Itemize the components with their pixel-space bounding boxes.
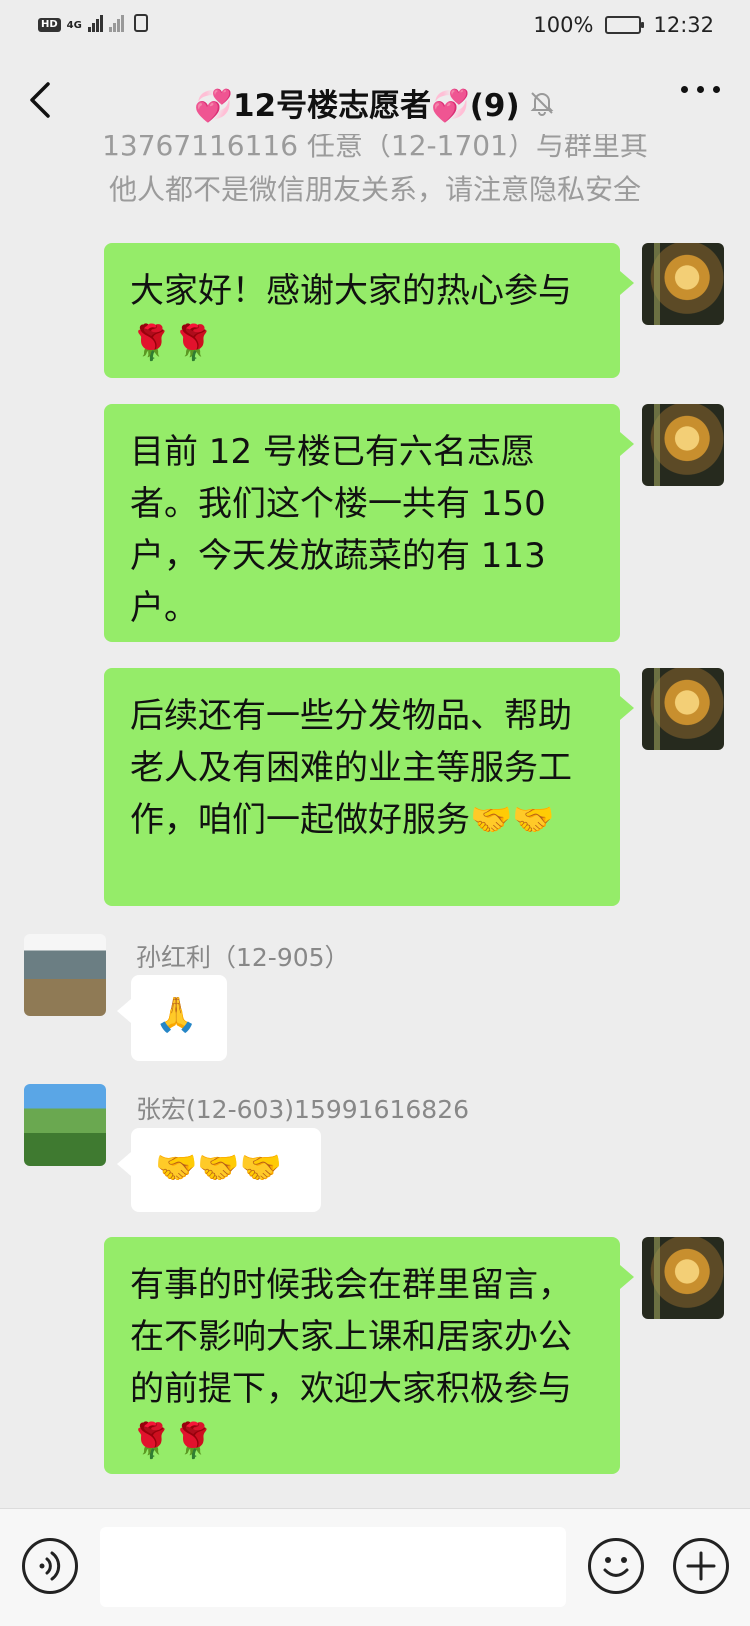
smiley-icon	[603, 1557, 629, 1577]
self-avatar[interactable]	[642, 1237, 724, 1319]
voice-icon	[39, 1551, 61, 1581]
message-input[interactable]	[100, 1527, 566, 1607]
more-options-button[interactable]	[681, 86, 720, 93]
message-bubble[interactable]: 大家好！感谢大家的热心参与🌹🌹	[104, 243, 634, 378]
self-avatar[interactable]	[642, 243, 724, 325]
voice-input-button[interactable]	[22, 1538, 78, 1594]
chat-title: 💞12号楼志愿者💞(9)	[194, 88, 520, 124]
status-bar: HD 4G 100% 12:32	[0, 0, 750, 50]
back-button[interactable]	[20, 78, 64, 122]
message-bubble[interactable]: 目前 12 号楼已有六名志愿者。我们这个楼一共有 150 户，今天发放蔬菜的有 …	[104, 404, 634, 642]
signal-icon	[87, 14, 103, 32]
message-bubble[interactable]: 后续还有一些分发物品、帮助老人及有困难的业主等服务工作，咱们一起做好服务🤝🤝	[104, 668, 634, 906]
message-bubble[interactable]: 有事的时候我会在群里留言，在不影响大家上课和居家办公的前提下，欢迎大家积极参与🌹…	[104, 1237, 634, 1474]
message-bubble[interactable]: 🙏	[117, 975, 227, 1061]
sender-avatar[interactable]	[24, 1084, 106, 1166]
status-left: HD 4G	[38, 14, 148, 32]
sender-name: 张宏(12-603)15991616826	[136, 1095, 470, 1124]
chat-title-wrap: 💞12号楼志愿者💞(9)	[120, 80, 630, 125]
status-right: 100% 12:32	[533, 13, 714, 37]
network-type: 4G	[66, 20, 82, 31]
sender-avatar[interactable]	[24, 934, 106, 1016]
message-composer	[0, 1508, 750, 1626]
more-functions-button[interactable]	[673, 1538, 729, 1594]
self-avatar[interactable]	[642, 404, 724, 486]
battery-percent: 100%	[533, 13, 594, 37]
privacy-notice-line2: 他人都不是微信朋友关系，请注意隐私安全	[108, 173, 641, 206]
clock: 12:32	[653, 13, 714, 37]
plus-icon	[686, 1551, 716, 1581]
emoji-button[interactable]	[588, 1538, 644, 1594]
signal-2-icon	[108, 14, 124, 32]
mute-bell-icon	[530, 91, 554, 116]
hd-badge: HD	[38, 18, 61, 32]
battery-icon	[605, 16, 645, 34]
self-avatar[interactable]	[642, 668, 724, 750]
message-bubble[interactable]: 🤝🤝🤝	[117, 1128, 321, 1212]
privacy-notice-line1: 13767116116 任意（12-1701）与群里其	[102, 134, 648, 162]
privacy-notice: 13767116116 任意（12-1701）与群里其 他人都不是微信朋友关系，…	[0, 134, 750, 214]
sender-name: 孙红利（12-905）	[136, 943, 350, 972]
vibrate-icon	[133, 14, 148, 32]
